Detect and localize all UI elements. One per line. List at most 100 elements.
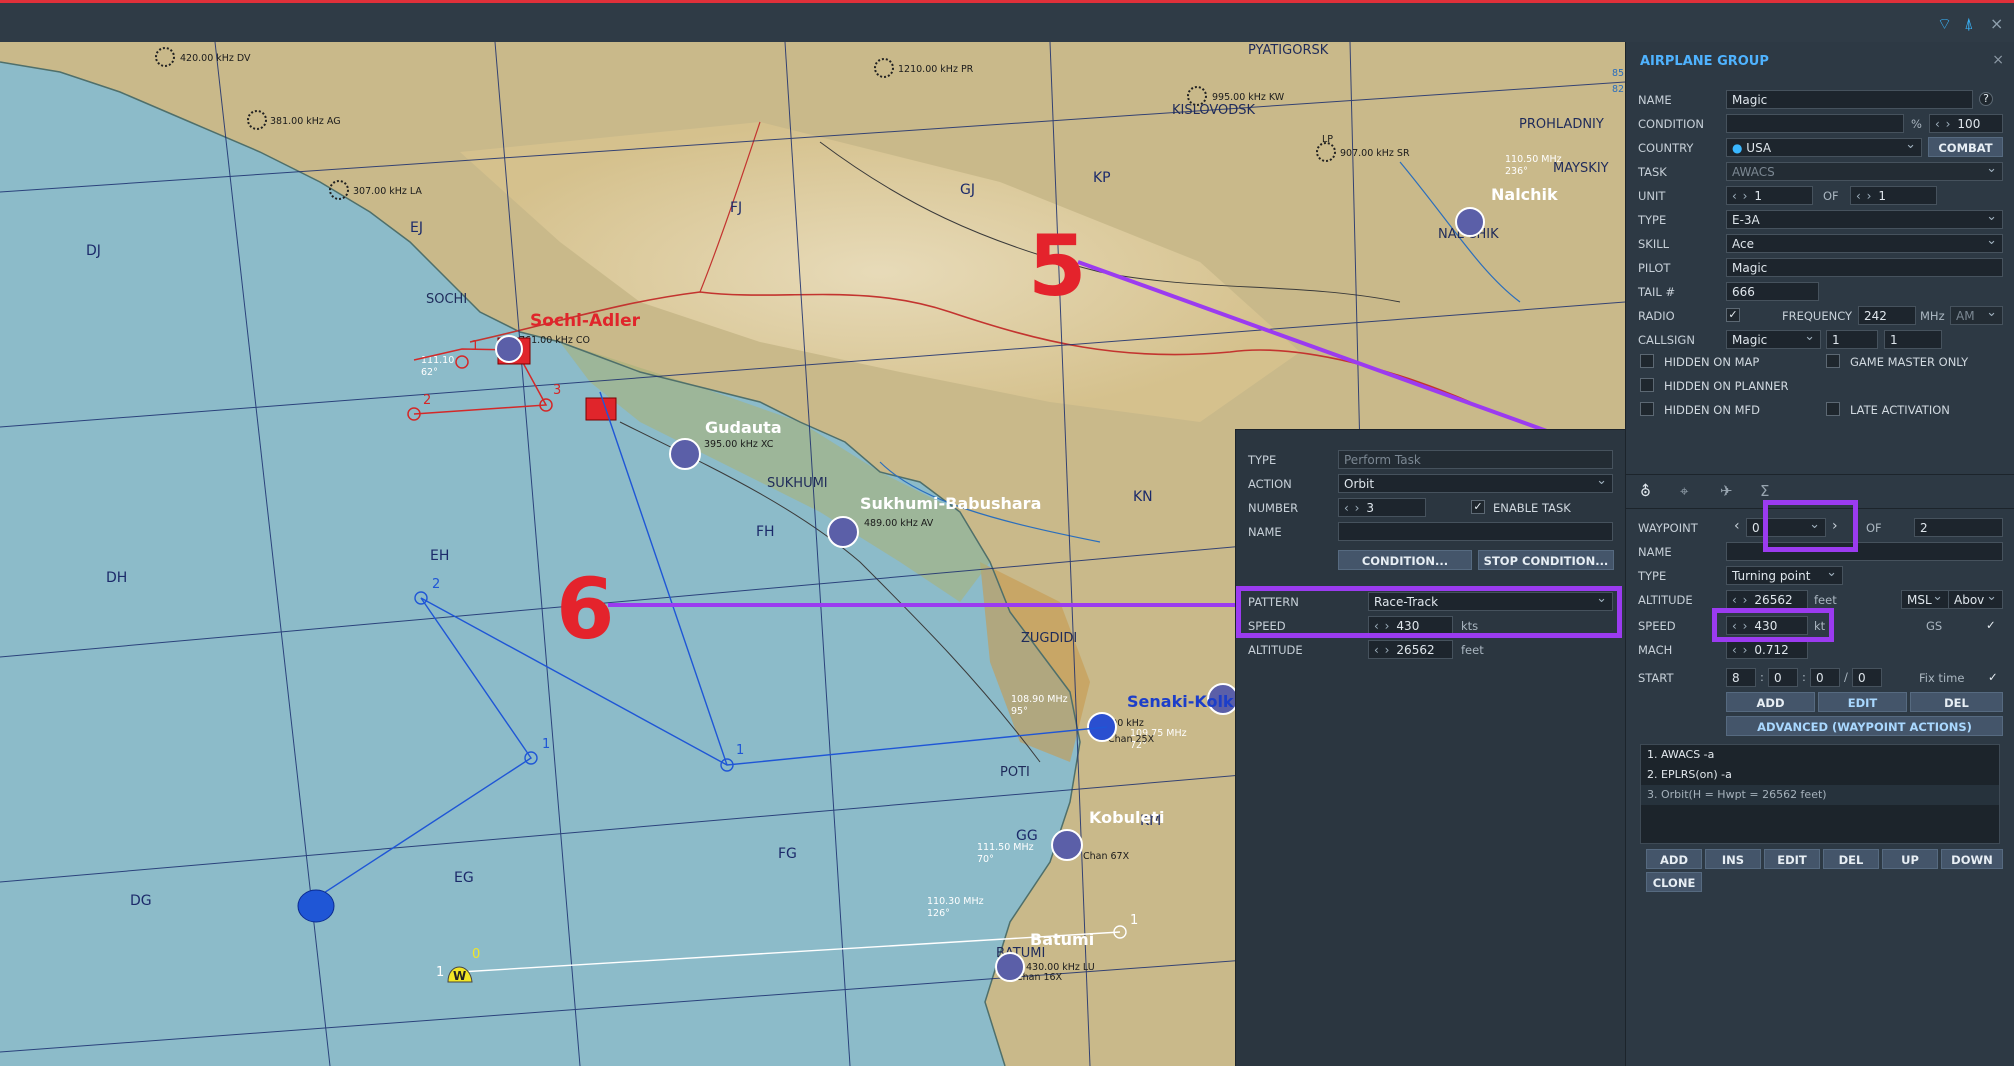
- modulation-select[interactable]: AM: [1950, 306, 2003, 325]
- prev-waypoint-icon[interactable]: ‹: [1734, 518, 1740, 534]
- start-second[interactable]: 0: [1852, 668, 1882, 687]
- airfield-name: Sukhumi-Babushara: [860, 494, 1041, 513]
- callsign-number-2[interactable]: 1: [1884, 330, 1942, 349]
- altitude-ref-select[interactable]: MSL: [1901, 590, 1949, 609]
- waypoint-number: 1: [436, 965, 444, 980]
- altitude-mode-select[interactable]: Abov: [1948, 590, 2003, 609]
- name-label: NAME: [1638, 93, 1672, 107]
- task-del-button[interactable]: DEL: [1823, 849, 1879, 869]
- beacon-label: 126°: [927, 908, 950, 919]
- task-action-label: ACTION: [1248, 477, 1292, 491]
- task-ins-button[interactable]: INS: [1705, 849, 1761, 869]
- grid-label-dj: DJ: [86, 243, 101, 259]
- task-select[interactable]: AWACS: [1726, 162, 2003, 181]
- sum-tab-icon[interactable]: Σ: [1760, 482, 1769, 500]
- game-master-checkbox[interactable]: [1826, 354, 1840, 368]
- combat-button[interactable]: COMBAT: [1928, 137, 2003, 157]
- start-hour[interactable]: 0: [1768, 668, 1798, 687]
- condition-pct: %: [1911, 117, 1922, 131]
- hidden-on-mfd-checkbox[interactable]: [1640, 402, 1654, 416]
- close-icon[interactable]: ×: [1992, 52, 2004, 68]
- late-activation-checkbox[interactable]: [1826, 402, 1840, 416]
- aircraft-type-select[interactable]: E-3A: [1726, 210, 2003, 229]
- task-altitude-field[interactable]: 26562: [1368, 640, 1453, 659]
- task-clone-button[interactable]: CLONE: [1646, 872, 1702, 892]
- frequency-input[interactable]: 242: [1858, 306, 1916, 325]
- start-minute[interactable]: 0: [1810, 668, 1840, 687]
- callsign-select[interactable]: Magic: [1726, 330, 1821, 349]
- gs-checkbox[interactable]: ✓: [1986, 618, 1996, 632]
- task-list-item[interactable]: 1. AWACS -a: [1641, 745, 1999, 765]
- mach-label: MACH: [1638, 643, 1673, 657]
- route-tab-icon[interactable]: ⛢: [1640, 482, 1651, 500]
- skill-label: SKILL: [1638, 237, 1670, 251]
- task-edit-button[interactable]: EDIT: [1764, 849, 1820, 869]
- waypoint-task-list[interactable]: 1. AWACS -a 2. EPLRS(on) -a 3. Orbit(H =…: [1640, 744, 2000, 844]
- close-icon[interactable]: ×: [1990, 14, 2003, 33]
- fix-time-checkbox[interactable]: ✓: [1988, 670, 1998, 684]
- task-add-button[interactable]: ADD: [1646, 849, 1702, 869]
- grid-label-eh: EH: [430, 548, 449, 564]
- city-pyatigorsk: PYATIGORSK: [1248, 43, 1329, 58]
- task-list-item[interactable]: 3. Orbit(H = Hwpt = 26562 feet): [1641, 785, 1999, 805]
- task-list-item[interactable]: 2. EPLRS(on) -a: [1641, 765, 1999, 785]
- wp-edit-button[interactable]: EDIT: [1818, 692, 1907, 712]
- waypoint-type-select[interactable]: Turning point: [1726, 566, 1843, 585]
- pilot-input[interactable]: Magic: [1726, 258, 2003, 277]
- condition-field[interactable]: 100: [1929, 114, 2003, 133]
- enable-task-checkbox[interactable]: ✓: [1471, 500, 1485, 514]
- skill-select[interactable]: Ace: [1726, 234, 2003, 253]
- pilot-label: PILOT: [1638, 261, 1671, 275]
- beacon-label: 1210.00 kHz PR: [898, 64, 974, 75]
- airfield-name: Nalchik: [1491, 185, 1558, 204]
- advanced-waypoint-actions-button[interactable]: ADVANCED (WAYPOINT ACTIONS): [1726, 716, 2003, 736]
- wifi-icon[interactable]: ⌔: [1937, 14, 1952, 34]
- loadout-tab-icon[interactable]: ✈: [1720, 482, 1733, 500]
- unit-total-field[interactable]: 1: [1850, 186, 1937, 205]
- stop-condition-button[interactable]: STOP CONDITION...: [1478, 550, 1614, 570]
- hidden-on-planner-checkbox[interactable]: [1640, 378, 1654, 392]
- country-select[interactable]: ● USA: [1726, 138, 1922, 157]
- callsign-number-1[interactable]: 1: [1826, 330, 1878, 349]
- task-number-field[interactable]: 3: [1338, 498, 1426, 517]
- wp-del-button[interactable]: DEL: [1910, 692, 2003, 712]
- task-type-field[interactable]: Perform Task: [1338, 450, 1613, 469]
- airfield-name: Senaki-Kolk: [1127, 692, 1234, 711]
- group-name-input[interactable]: Magic: [1726, 90, 1973, 109]
- task-up-button[interactable]: UP: [1882, 849, 1938, 869]
- beacon-label: LP: [1322, 134, 1333, 145]
- red-airbase-icon[interactable]: [585, 397, 617, 421]
- tail-input[interactable]: 666: [1726, 282, 1819, 301]
- task-name-input[interactable]: [1338, 522, 1613, 541]
- top-bar: ⌔ ⍋ ×: [0, 0, 2014, 42]
- callsign-label: CALLSIGN: [1638, 333, 1695, 347]
- beacon-label: 108.90 MHz: [1011, 694, 1068, 705]
- target-tab-icon[interactable]: ⌖: [1680, 482, 1688, 500]
- waypoint-number: 2: [432, 577, 440, 592]
- type-label: TYPE: [1638, 213, 1667, 227]
- condition-bar[interactable]: [1726, 114, 1904, 133]
- beacon-label: 70°: [977, 854, 994, 865]
- hidden-on-mfd-label: HIDDEN ON MFD: [1664, 403, 1760, 417]
- task-down-button[interactable]: DOWN: [1941, 849, 2003, 869]
- mach-field[interactable]: 0.712: [1726, 640, 1808, 659]
- beacon-label: Chan 25X: [1108, 734, 1155, 745]
- city-sukhumi: SUKHUMI: [767, 476, 828, 491]
- waypoint-number: 1: [1130, 913, 1138, 928]
- task-action-select[interactable]: Orbit: [1338, 474, 1613, 493]
- unit-field[interactable]: 1: [1726, 186, 1813, 205]
- blue-group-icon[interactable]: [297, 889, 335, 923]
- waypoint-label: WAYPOINT: [1638, 521, 1698, 535]
- hidden-on-map-checkbox[interactable]: [1640, 354, 1654, 368]
- start-day[interactable]: 8: [1726, 668, 1756, 687]
- beacon-label: 381.00 kHz AG: [270, 116, 341, 127]
- help-icon[interactable]: ?: [1979, 92, 1993, 106]
- waypoint-number: 0: [472, 947, 480, 962]
- waypoint-number: 1: [542, 737, 550, 752]
- grid-label-eg: EG: [454, 870, 474, 886]
- condition-button[interactable]: CONDITION...: [1338, 550, 1472, 570]
- radio-checkbox[interactable]: ✓: [1726, 308, 1740, 322]
- tower-icon[interactable]: ⍋: [1964, 14, 1974, 34]
- waypoint-altitude-field[interactable]: 26562: [1726, 590, 1808, 609]
- wp-add-button[interactable]: ADD: [1726, 692, 1815, 712]
